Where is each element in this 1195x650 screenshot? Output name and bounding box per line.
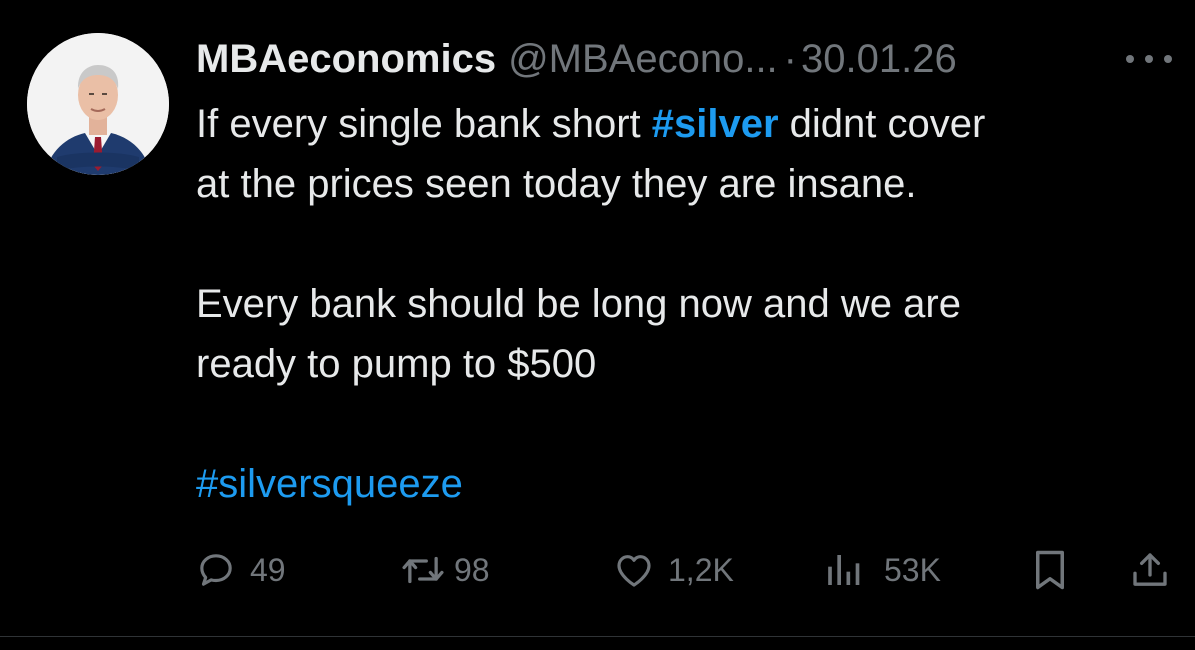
hashtag-silver[interactable]: #silver — [652, 102, 779, 146]
avatar[interactable] — [27, 33, 169, 175]
share-icon — [1133, 553, 1167, 586]
more-horizontal-icon[interactable] — [1126, 44, 1172, 74]
reply-button[interactable]: 49 — [196, 545, 286, 595]
like-button[interactable]: 1,2K — [612, 545, 734, 595]
author-handle[interactable]: @MBAecono... — [508, 34, 778, 84]
bookmark-button[interactable] — [1032, 545, 1068, 595]
tweet-line-4: ready to pump to $500 — [196, 342, 597, 386]
tweet-divider — [0, 636, 1195, 637]
tweet-date[interactable]: 30.01.26 — [801, 34, 957, 84]
tweet-line-2: at the prices seen today they are insane… — [196, 162, 917, 206]
like-count: 1,2K — [668, 551, 734, 588]
tweet-text-segment: If every single bank short — [196, 102, 652, 146]
repost-icon — [402, 556, 444, 584]
tweet-line-3: Every bank should be long now and we are — [196, 282, 961, 326]
hashtag-silversqueeze[interactable]: #silversqueeze — [196, 462, 463, 506]
tweet-header: MBAeconomics @MBAecono... · 30.01.26 — [196, 34, 957, 84]
heart-icon — [617, 555, 651, 587]
views-chart-icon — [828, 555, 860, 585]
tweet[interactable]: MBAeconomics @MBAecono... · 30.01.26 If … — [0, 0, 1195, 650]
share-button[interactable] — [1130, 545, 1170, 595]
tweet-line-1: If every single bank short #silver didnt… — [196, 94, 1176, 154]
views-button[interactable]: 53K — [824, 545, 941, 595]
author-display-name[interactable]: MBAeconomics — [196, 34, 496, 84]
avatar-photo — [27, 33, 169, 175]
tweet-actions: 49 98 1,2K 53K — [196, 545, 1181, 595]
tweet-text-segment: didnt cover — [778, 102, 986, 146]
bookmark-icon — [1036, 550, 1064, 590]
repost-button[interactable]: 98 — [400, 545, 490, 595]
tweet-text: If every single bank short #silver didnt… — [196, 94, 1176, 514]
reply-icon — [200, 554, 232, 586]
repost-count: 98 — [454, 551, 490, 588]
reply-count: 49 — [250, 551, 286, 588]
views-count: 53K — [884, 551, 941, 588]
header-separator: · — [783, 37, 797, 81]
